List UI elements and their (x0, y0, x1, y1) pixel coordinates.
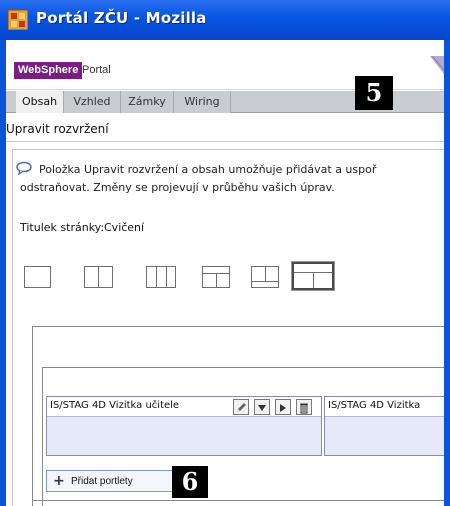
layout-one-column-icon[interactable] (24, 266, 51, 288)
callout-6: 6 (172, 466, 208, 498)
speech-bubble-icon (16, 161, 32, 175)
edit-icon[interactable] (233, 399, 249, 415)
page-content: WebSphere Portal Obsah Vzhled Zámky Wiri… (6, 40, 444, 506)
tab-wiring[interactable]: Wiring (174, 91, 231, 113)
info-text-line-1: Položka Upravit rozvržení a obsah umožňu… (39, 163, 377, 176)
heading-divider (6, 141, 444, 142)
portlet-vizitka-ucitele: IS/STAG 4D Vizitka učitele (46, 396, 322, 456)
layout-two-columns-icon[interactable] (84, 266, 113, 288)
layout-row-over-two-columns-icon[interactable] (202, 266, 230, 288)
add-portlets-button[interactable]: + Přidat portlety (46, 470, 176, 492)
websphere-logo: WebSphere (14, 62, 83, 79)
tab-obsah[interactable]: Obsah (16, 91, 64, 113)
layout-three-columns-icon[interactable] (146, 266, 176, 288)
page-title-value: Cvičení (104, 221, 145, 234)
banner-decoration-icon (430, 56, 444, 74)
window-frame-right (444, 40, 450, 506)
container-bottom-divider (32, 500, 444, 501)
delete-icon[interactable] (296, 399, 312, 415)
layout-selected-icon[interactable] (291, 261, 335, 291)
portlet-title: IS/STAG 4D Vizitka (328, 400, 421, 411)
add-portlets-label: Přidat portlety (71, 476, 133, 487)
window-titlebar[interactable]: Portál ZČU - Mozilla (0, 0, 450, 40)
plus-icon: + (53, 473, 65, 489)
page-heading: Upravit rozvržení (6, 122, 109, 136)
portlet-title: IS/STAG 4D Vizitka učitele (50, 400, 180, 411)
move-right-icon[interactable] (275, 399, 291, 415)
page-title-label: Titulek stránky: (20, 221, 105, 234)
portlet-header: IS/STAG 4D Vizitka učitele (47, 397, 321, 417)
tab-zamky[interactable]: Zámky (121, 91, 174, 113)
tab-vzhled[interactable]: Vzhled (64, 91, 121, 113)
move-down-icon[interactable] (254, 399, 270, 415)
portlet-vizitka: IS/STAG 4D Vizitka (324, 396, 444, 456)
info-text-line-2: odstraňovat. Změny se projevují v průběh… (20, 181, 335, 194)
window-title: Portál ZČU - Mozilla (36, 9, 207, 27)
grid-app-icon (8, 10, 28, 30)
portal-product-label: Portal (82, 64, 111, 76)
layout-two-columns-over-row-icon[interactable] (251, 266, 279, 288)
callout-5: 5 (355, 76, 393, 110)
portlet-header: IS/STAG 4D Vizitka (325, 397, 444, 417)
